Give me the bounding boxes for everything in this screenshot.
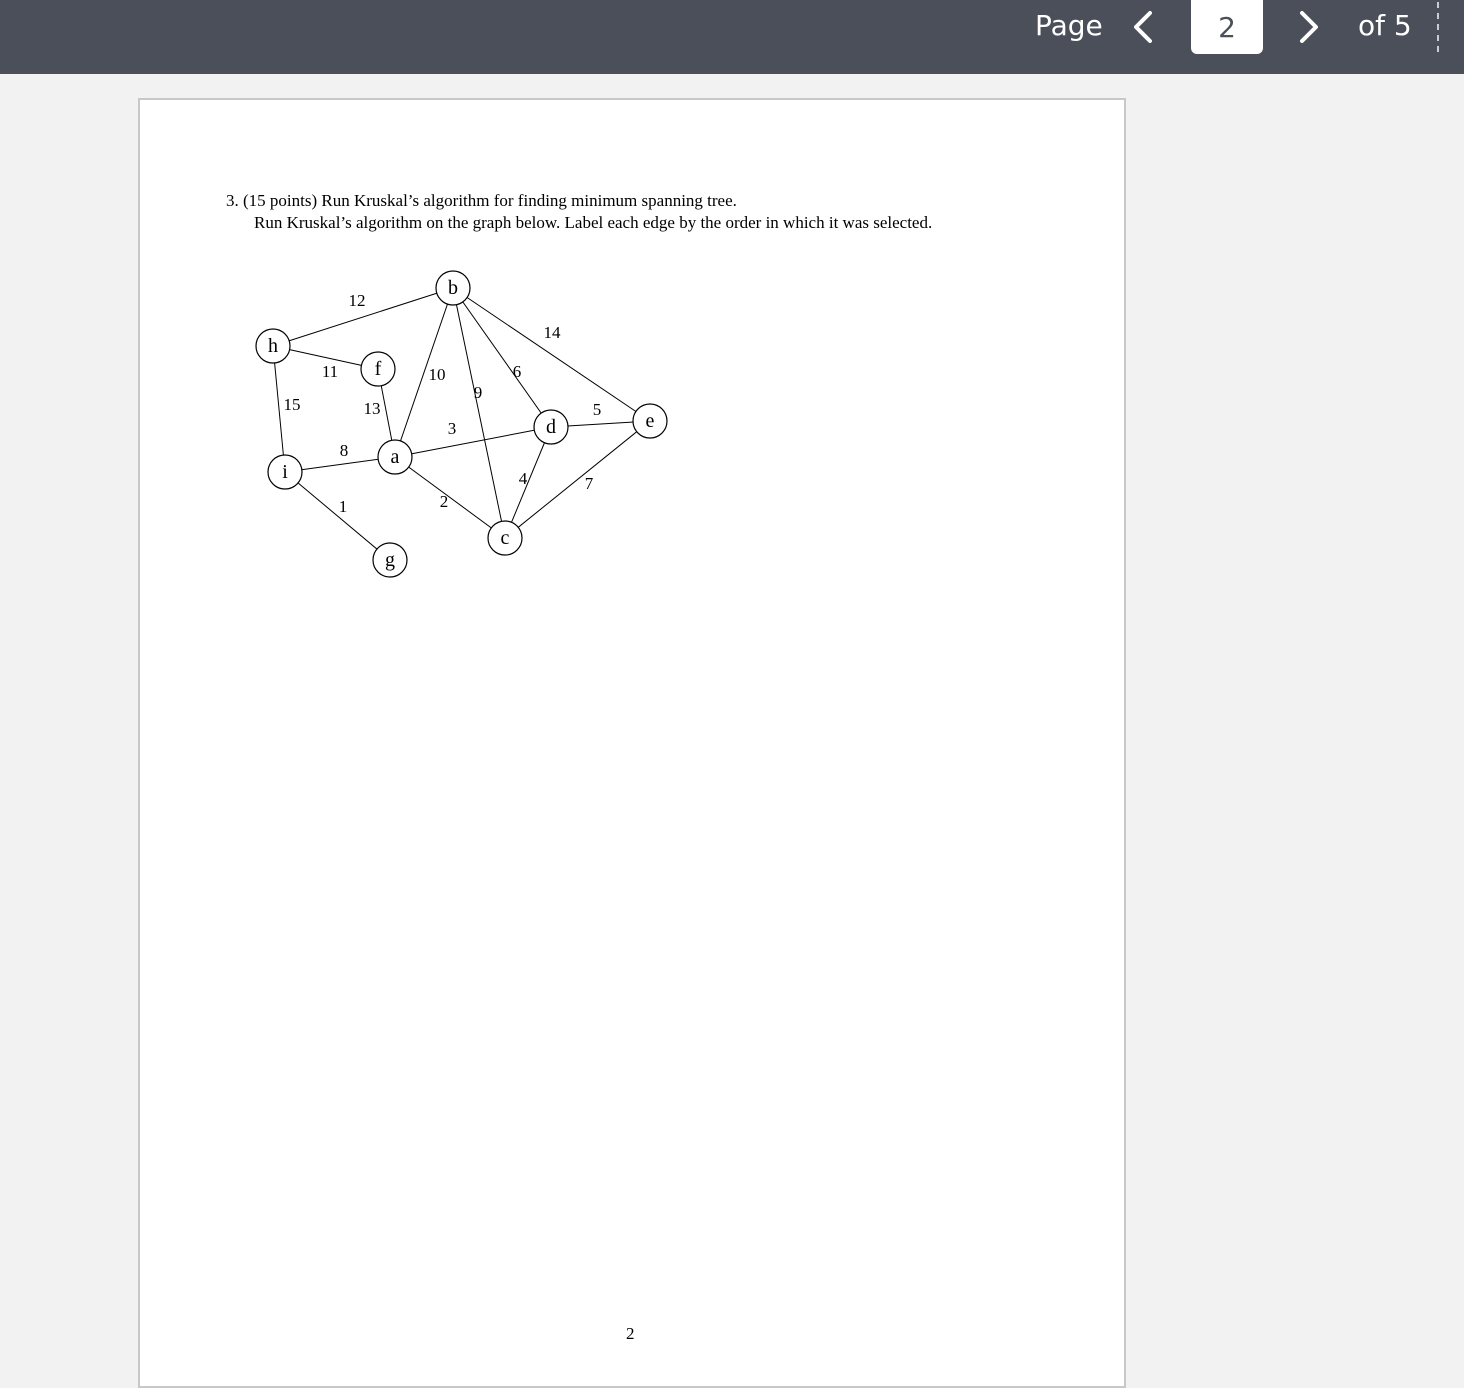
graph-node-label: b (448, 277, 458, 299)
edge-weight-label: 7 (585, 474, 594, 493)
graph-node-label: a (391, 446, 400, 468)
edge-weight-label: 1 (339, 497, 348, 516)
edge-weight-label: 4 (519, 469, 528, 488)
graph-node-label: d (546, 416, 556, 438)
edge-weight-label: 9 (474, 383, 483, 402)
edge-weight-label: 2 (440, 492, 449, 511)
graph-edge-a-d (394, 426, 552, 458)
edge-weight-label: 13 (364, 399, 381, 418)
graph-node-label: e (646, 410, 655, 432)
edge-weight-label: 12 (349, 291, 366, 310)
graph-edge-a-c (394, 456, 506, 539)
edge-weight-label: 8 (340, 441, 349, 460)
document-page: 3. (15 points) Run Kruskal’s algorithm f… (138, 98, 1126, 1388)
edge-weight-label: 10 (429, 365, 446, 384)
graph-node-label: g (385, 549, 395, 571)
edge-weight-label: 5 (593, 400, 602, 419)
page-number-input[interactable] (1191, 0, 1263, 54)
graph-node-label: h (268, 335, 278, 357)
graph-edge-i-g (284, 471, 391, 561)
graph-edge-d-c (504, 426, 552, 539)
edge-weight-label: 6 (513, 362, 522, 381)
graph-node-label: i (282, 461, 288, 483)
edge-weight-label: 3 (448, 419, 457, 438)
pdf-toolbar: Page of 5 (0, 0, 1464, 74)
chevron-right-icon[interactable] (1290, 7, 1330, 47)
graph-node-label: f (375, 358, 382, 380)
toolbar-divider (1437, 2, 1439, 52)
page-footer-number: 2 (626, 1324, 635, 1343)
edge-weight-label: 14 (544, 323, 562, 342)
page-label: Page (1035, 9, 1103, 42)
chevron-left-icon[interactable] (1124, 7, 1164, 47)
total-pages-label: of 5 (1358, 9, 1412, 42)
graph-edge-b-e (452, 287, 651, 422)
edge-weight-label: 15 (284, 395, 301, 414)
edge-weight-label: 11 (322, 362, 338, 381)
graph-node-label: c (501, 527, 510, 549)
kruskal-graph: 121411 109615 133584 71 2 bhfad eicg (255, 270, 668, 578)
